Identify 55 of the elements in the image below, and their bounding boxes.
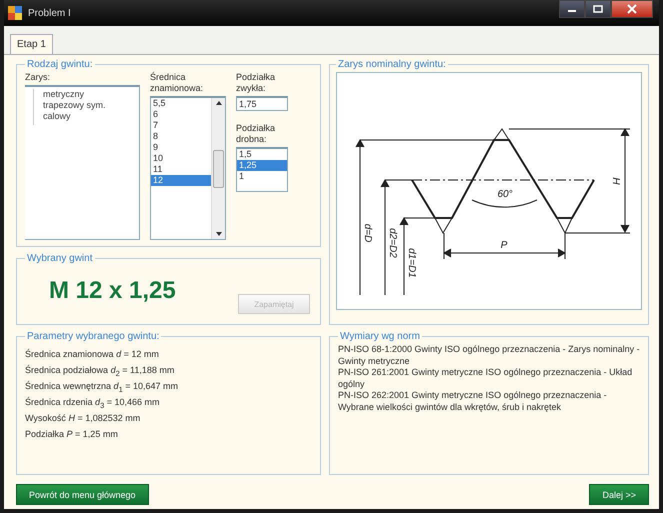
list-item[interactable]: 5,5 <box>151 98 211 109</box>
list-item[interactable]: 9 <box>151 142 211 153</box>
list-item[interactable]: metryczny <box>39 89 139 100</box>
minimize-button[interactable] <box>559 0 585 18</box>
list-item[interactable]: 12 <box>151 175 211 186</box>
pitch-label: P <box>500 240 508 251</box>
close-button[interactable] <box>611 0 653 18</box>
back-button[interactable]: Powrót do menu głównego <box>16 484 149 505</box>
parameter-text: Średnica wewnętrzna d$_{1}$ = 10,647 mm <box>25 380 180 392</box>
scroll-thumb[interactable] <box>213 150 224 188</box>
field-label: Średnica znamionowa: <box>150 72 204 94</box>
diameter-list[interactable]: 5,5 6 7 8 9 10 11 12 <box>150 96 226 240</box>
parameter-text: Średnica podziałowa d$_{2}$ = 11,188 mm <box>25 364 176 376</box>
window-title: Problem I <box>28 8 72 18</box>
norm-text: PN-ISO 261:2001 Gwinty metryczne ISO ogólnego przeznaczenia - Układ ogólny <box>338 367 634 390</box>
field-label: Podziałka zwykła: <box>236 72 276 94</box>
dimension-label: d2=D2 <box>387 228 398 258</box>
height-label: H <box>610 177 621 185</box>
angle-label: 60° <box>497 189 513 200</box>
profile-list[interactable]: metryczny trapezowy sym. calowy <box>25 85 140 240</box>
app-icon <box>8 6 22 20</box>
group-title: Parametry wybranego gwintu: <box>26 331 160 342</box>
group-title: Rodzaj gwintu: <box>26 59 94 70</box>
tab[interactable]: Etap 1 <box>10 34 53 54</box>
list-item[interactable]: 10 <box>151 153 211 164</box>
fine-pitch-list[interactable]: 1,5 1,25 1 <box>236 147 288 192</box>
list-item[interactable]: 1 <box>237 171 287 182</box>
next-button[interactable]: Dalej >> <box>589 484 649 505</box>
maximize-button[interactable] <box>585 0 611 18</box>
list-item[interactable]: 8 <box>151 131 211 142</box>
list-item[interactable]: calowy <box>39 111 139 122</box>
field-label: Zarys: <box>25 72 52 83</box>
list-item[interactable]: 6 <box>151 109 211 120</box>
parameter-text: Średnica znamionowa d = 12 mm <box>25 348 160 360</box>
group-title: Wybrany gwint <box>26 253 94 264</box>
group-title: Wymiary wg norm <box>339 331 421 342</box>
list-item[interactable]: 1,25 <box>237 160 287 171</box>
list-item[interactable]: 11 <box>151 164 211 175</box>
coarse-pitch-field[interactable]: 1,75 <box>236 96 288 111</box>
scrollbar[interactable] <box>211 98 225 239</box>
dimension-label: d1=D1 <box>406 248 417 278</box>
parameter-text: Średnica rdzenia d$_{3}$ = 10,466 mm <box>25 396 161 408</box>
parameter-text: Wysokość H = 1,082532 mm <box>25 412 142 424</box>
maximize-icon <box>593 5 603 13</box>
list-item[interactable]: 7 <box>151 120 211 131</box>
norm-text: PN-ISO 262:2001 Gwinty metryczne ISO ogólnego przeznaczenia - Wybrane wielkości gwintów dla wkrętów, śrub i nakrętek <box>338 390 608 413</box>
group-title: Zarys nominalny gwintu: <box>337 59 447 70</box>
list-item[interactable]: 1,5 <box>237 149 287 160</box>
close-icon <box>627 4 637 14</box>
field-label: Podziałka drobna: <box>236 123 276 145</box>
norm-text: PN-ISO 68-1:2000 Gwinty ISO ogólnego przeznaczenia - Zarys nominalny - Gwinty metryczne <box>338 344 640 367</box>
thread-designation: M 12 x 1,25 <box>49 277 176 305</box>
list-item[interactable]: trapezowy sym. <box>39 100 139 111</box>
dimension-label: d=D <box>362 224 373 242</box>
parameter-text: Podziałka P = 1,25 mm <box>25 428 119 440</box>
